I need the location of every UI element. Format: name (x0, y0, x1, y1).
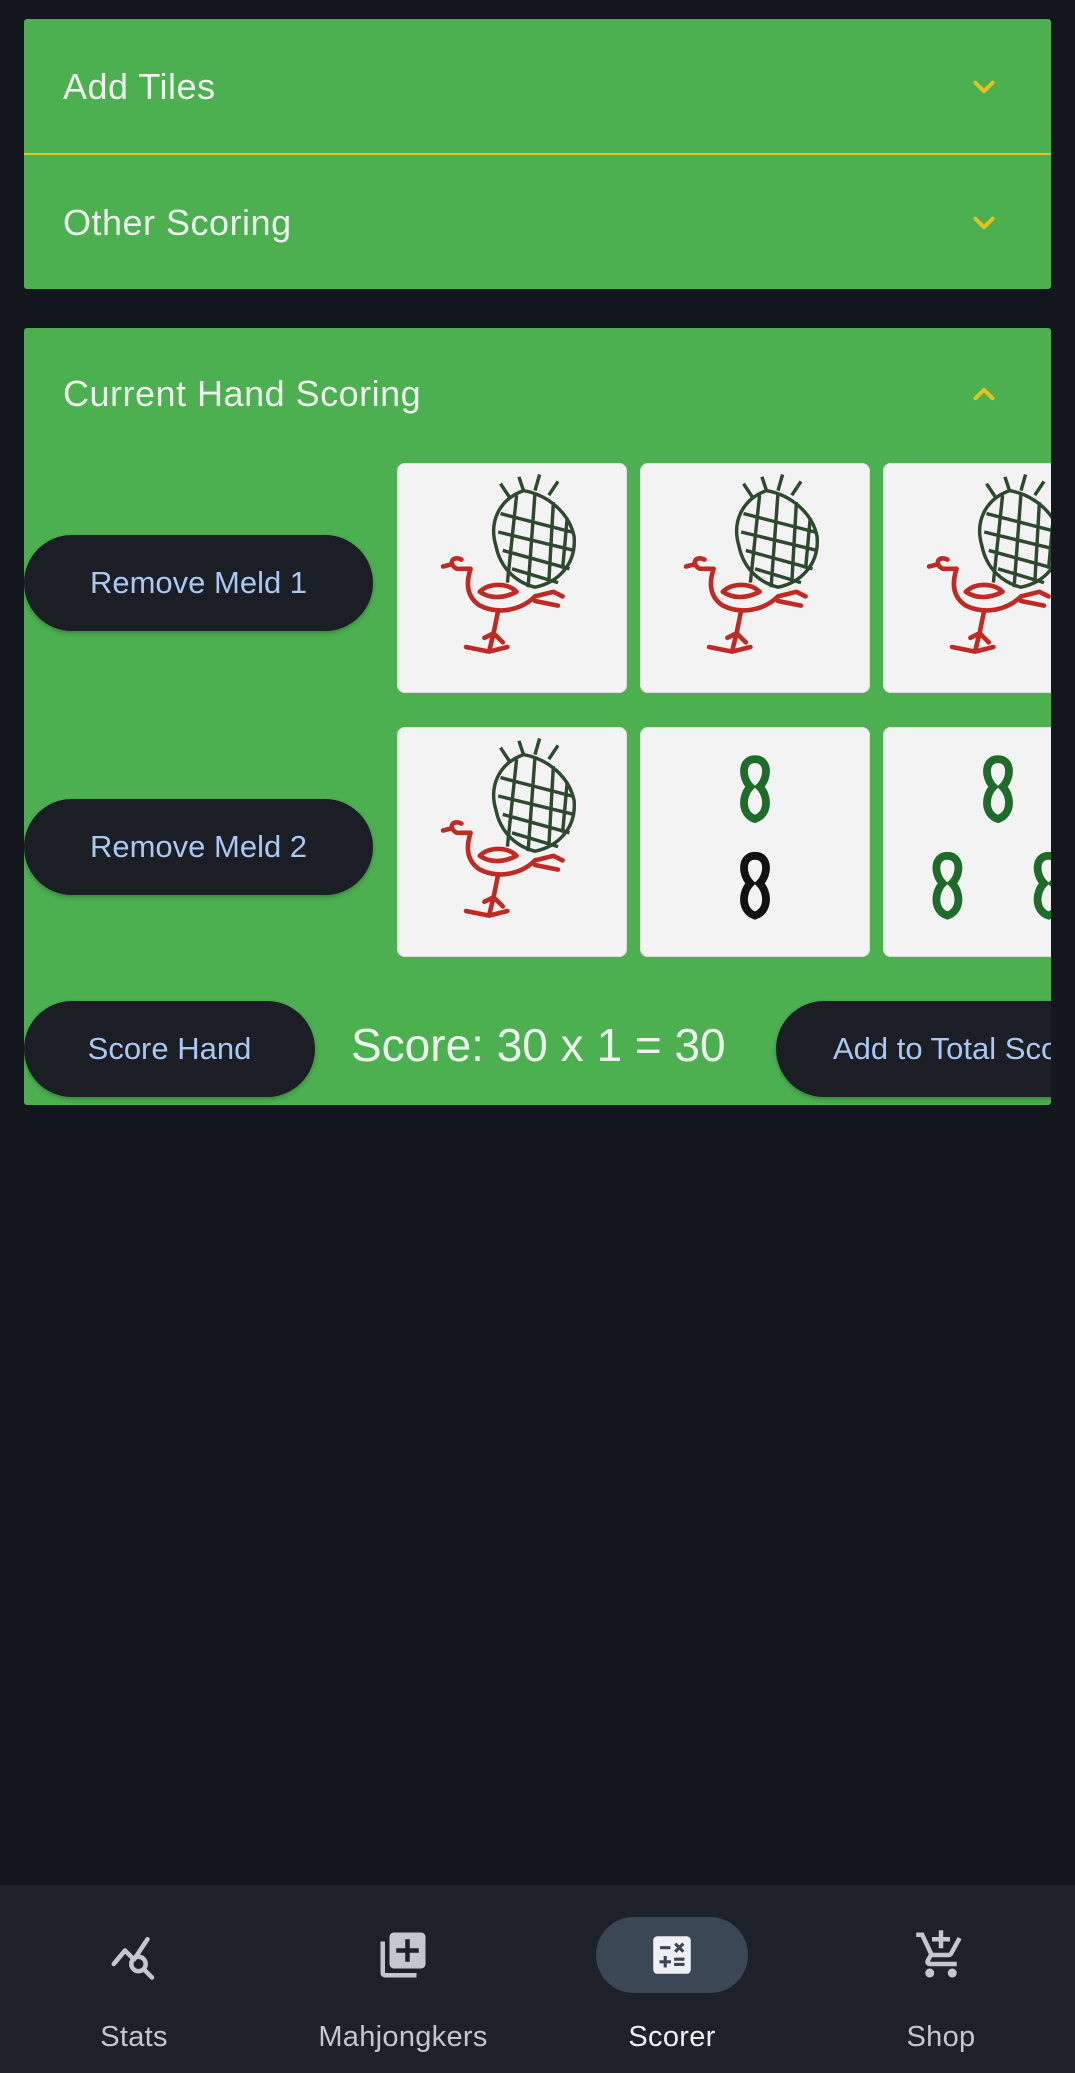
remove-meld-2-button[interactable]: Remove Meld 2 (24, 799, 373, 895)
chevron-down-icon (973, 80, 995, 93)
bird-tile[interactable] (640, 463, 870, 693)
score-hand-button[interactable]: Score Hand (24, 1001, 315, 1097)
bird-tile[interactable] (397, 727, 627, 957)
accordion-current-hand[interactable]: Current Hand Scoring (24, 328, 1051, 460)
bottom-navigation: Stats Mahjongkers Scorer Shop (0, 1885, 1075, 2073)
nav-item-shop[interactable]: Shop (831, 1885, 1051, 2073)
remove-meld-1-button[interactable]: Remove Meld 1 (24, 535, 373, 631)
accordion-title-current-hand: Current Hand Scoring (63, 373, 422, 414)
three-bamboo-tile[interactable] (883, 727, 1051, 957)
nav-label-scorer: Scorer (628, 2021, 716, 2053)
nav-label-mahjongkers: Mahjongkers (318, 2021, 488, 2053)
chevron-down-icon (973, 216, 995, 229)
accordion-panel-top: Add Tiles Other Scoring (24, 19, 1051, 289)
stats-search-icon (58, 1917, 210, 1993)
chevron-up-icon (973, 387, 995, 401)
add-library-icon (327, 1917, 479, 1993)
nav-item-stats[interactable]: Stats (24, 1885, 244, 2073)
accordion-title-add-tiles: Add Tiles (63, 65, 216, 107)
calculator-icon (596, 1917, 748, 1993)
nav-label-shop: Shop (906, 2021, 976, 2053)
accordion-add-tiles[interactable]: Add Tiles (24, 19, 1051, 154)
accordion-other-scoring[interactable]: Other Scoring (24, 155, 1051, 290)
nav-label-stats: Stats (100, 2021, 168, 2053)
nav-item-scorer[interactable]: Scorer (562, 1885, 782, 2073)
bird-tile[interactable] (397, 463, 627, 693)
cart-add-icon (865, 1917, 1017, 1993)
score-readout: Score: 30 x 1 = 30 (351, 1019, 726, 1071)
two-bamboo-tile[interactable] (640, 727, 870, 957)
bird-tile[interactable] (883, 463, 1051, 693)
nav-item-mahjongkers[interactable]: Mahjongkers (293, 1885, 513, 2073)
accordion-title-other-scoring: Other Scoring (63, 201, 292, 243)
add-to-total-score-button[interactable]: Add to Total Score (776, 1001, 1051, 1097)
current-hand-panel: Current Hand Scoring Remove Meld 1 Remov… (24, 328, 1051, 1105)
